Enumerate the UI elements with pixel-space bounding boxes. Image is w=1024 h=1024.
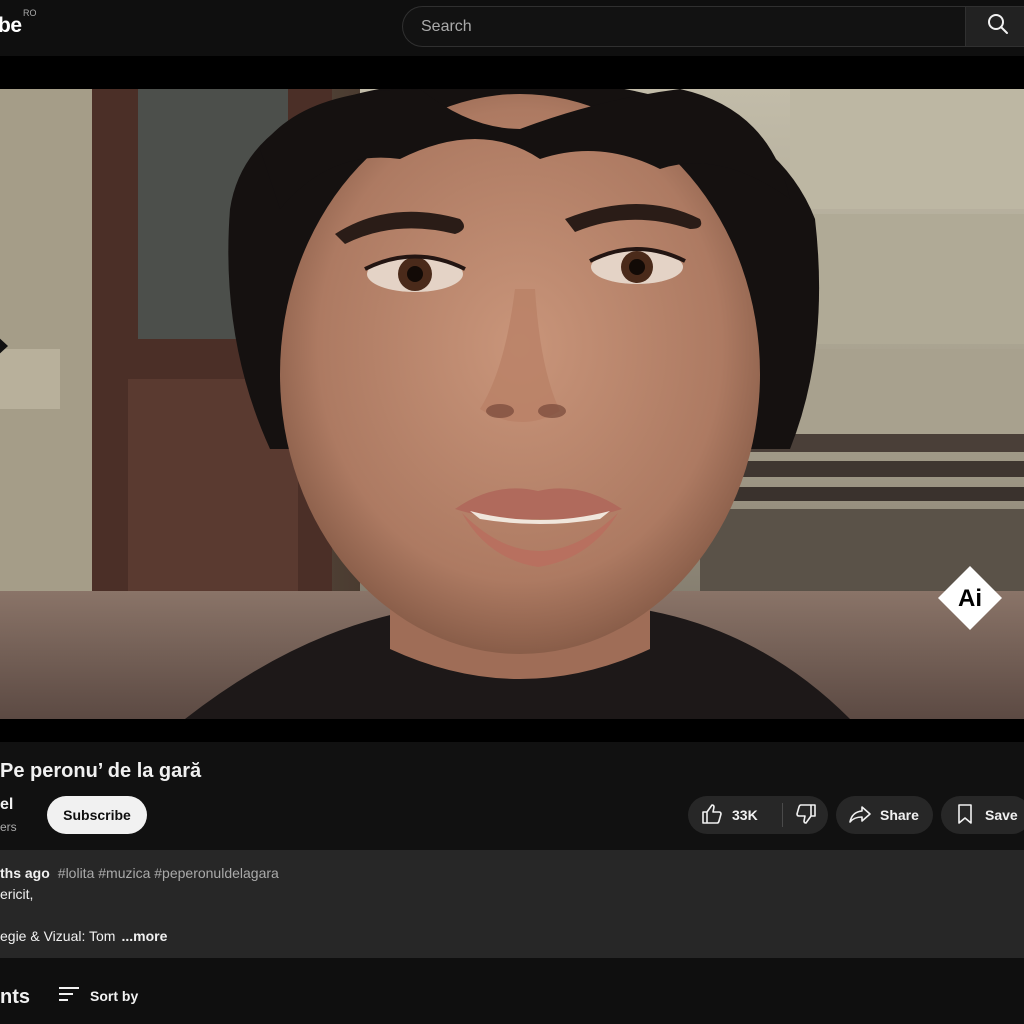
top-bar: be RO [0, 0, 1024, 56]
save-button[interactable]: Save [941, 796, 1024, 834]
video-frame-image [0, 89, 1024, 719]
search-box [402, 6, 966, 47]
search-input[interactable] [419, 7, 949, 46]
video-player[interactable]: Ai [0, 56, 1024, 742]
like-dislike-group: 33K [688, 796, 828, 834]
video-info: Pe peronu’ de la gară el ers Subscribe 3… [0, 742, 1024, 850]
thumbs-up-icon [700, 802, 724, 829]
video-title: Pe peronu’ de la gară [0, 760, 202, 782]
like-count: 33K [732, 807, 758, 823]
upload-age: ths ago [0, 865, 50, 881]
description-text: egie & Vizual: Tom [0, 928, 116, 944]
sort-icon [58, 985, 80, 1006]
description-meta: ths ago #lolita #muzica #peperonuldelagar… [0, 865, 279, 881]
channel-name[interactable]: el [0, 796, 13, 814]
thumbs-down-icon [794, 802, 818, 829]
description-box[interactable]: ths ago #lolita #muzica #peperonuldelagar… [0, 850, 1024, 958]
like-button[interactable]: 33K [688, 796, 782, 834]
share-label: Share [880, 807, 919, 823]
sort-by-label: Sort by [90, 987, 139, 1004]
ai-badge: Ai [937, 565, 1003, 631]
show-more-link[interactable]: ...more [121, 928, 167, 944]
share-button[interactable]: Share [836, 796, 933, 834]
hashtags[interactable]: #lolita #muzica #peperonuldelagara [58, 865, 279, 881]
previous-arrow-icon[interactable] [0, 335, 10, 357]
share-icon [848, 802, 872, 829]
video-frame[interactable] [0, 89, 1024, 719]
subscribe-button[interactable]: Subscribe [47, 796, 147, 834]
subscriber-count: ers [0, 820, 17, 834]
ai-badge-label: Ai [958, 585, 982, 612]
description-line: egie & Vizual: Tom ...more [0, 928, 167, 944]
dislike-button[interactable] [783, 796, 828, 834]
save-label: Save [985, 807, 1018, 823]
description-line: ericit, [0, 886, 34, 902]
logo[interactable]: be [0, 14, 22, 38]
sort-by-button[interactable]: Sort by [58, 985, 138, 1006]
search-icon [986, 12, 1010, 41]
logo-country-code: RO [23, 8, 37, 18]
comments-header: nts Sort by [0, 958, 1024, 1024]
bookmark-icon [953, 802, 977, 829]
search-button[interactable] [965, 6, 1024, 47]
comments-title: nts [0, 986, 30, 1008]
